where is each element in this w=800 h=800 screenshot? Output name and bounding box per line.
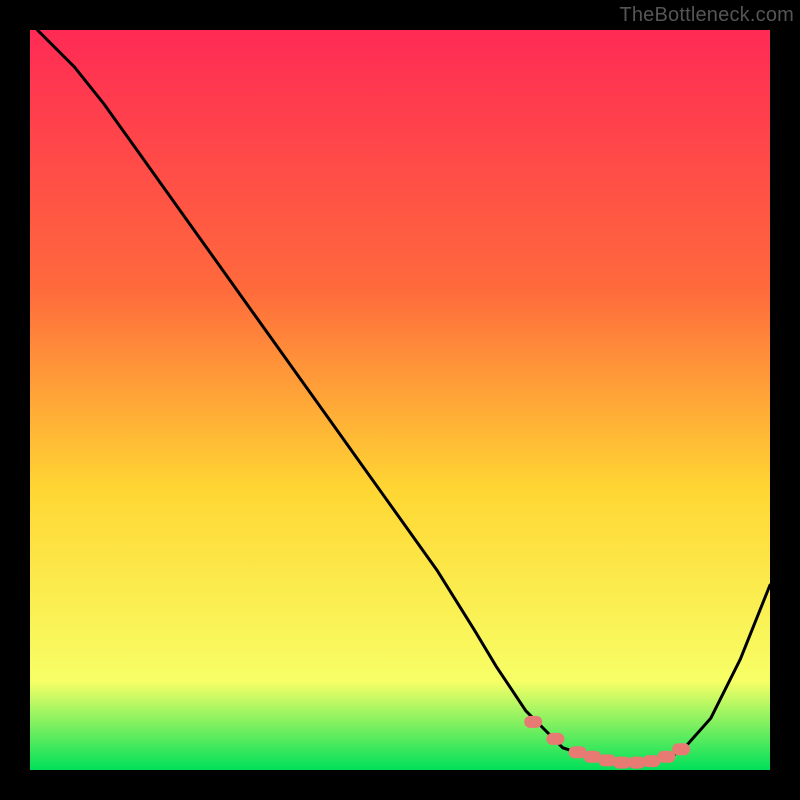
watermark-text: TheBottleneck.com xyxy=(619,4,794,27)
bottleneck-plot xyxy=(30,30,770,770)
optimal-marker xyxy=(672,743,690,755)
optimal-marker xyxy=(524,716,542,728)
optimal-marker xyxy=(546,733,564,745)
optimal-marker xyxy=(657,751,675,763)
gradient-background xyxy=(30,30,770,770)
